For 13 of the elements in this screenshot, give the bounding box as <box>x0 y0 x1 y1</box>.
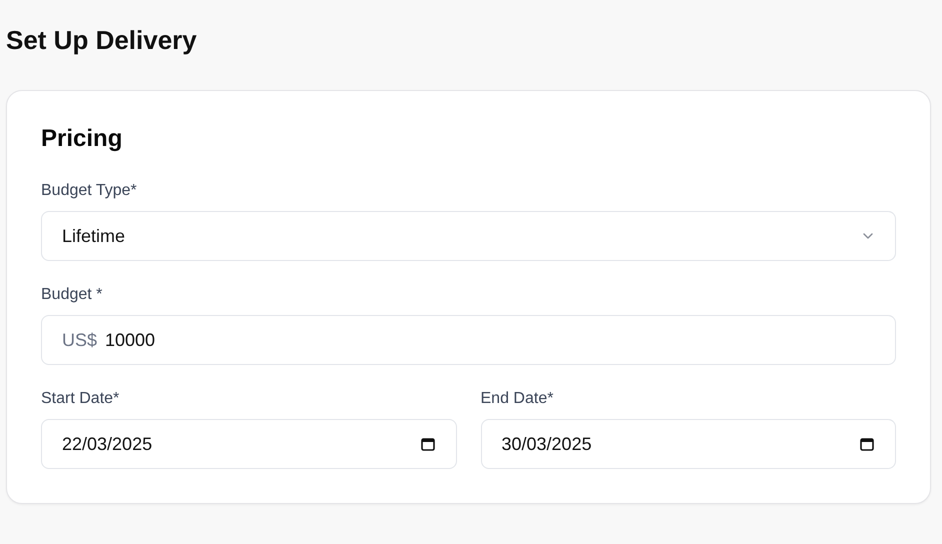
budget-type-dropdown[interactable]: Lifetime <box>41 211 896 261</box>
field-label: End Date* <box>480 389 554 409</box>
date-input[interactable]: 30/03/2025 <box>480 419 896 469</box>
currency-prefix: US$ <box>62 330 98 350</box>
budget-input[interactable]: US$ 10000 <box>41 315 896 365</box>
page-title: Set Up Delivery <box>6 24 198 56</box>
calendar-icon <box>859 436 875 452</box>
calendar-icon <box>420 436 436 452</box>
section-heading: Pricing <box>41 124 124 154</box>
field-label: Start Date* <box>41 389 120 409</box>
date-input[interactable]: 22/03/2025 <box>41 419 456 469</box>
field-label: Budget Type* <box>41 181 138 201</box>
field-label: Budget * <box>41 285 104 305</box>
